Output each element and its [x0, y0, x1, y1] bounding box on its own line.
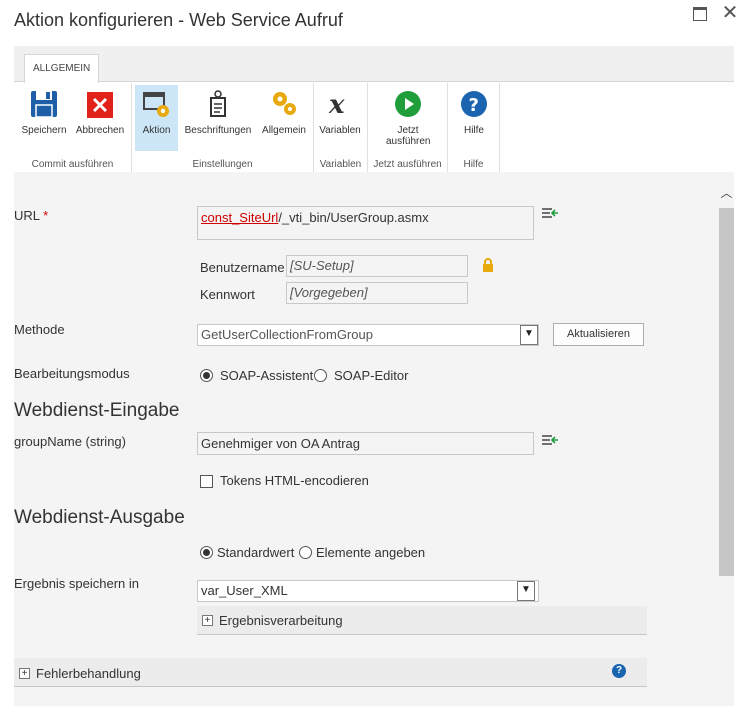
label-tag-icon	[204, 89, 232, 119]
chevron-up-icon[interactable]: ︿	[719, 184, 734, 200]
output-section-title: Webdienst-Ausgabe	[14, 507, 185, 528]
help-icon: ?	[460, 89, 488, 119]
radio-soap-assistant[interactable]	[200, 369, 213, 382]
tab-allgemein[interactable]: ALLGEMEIN	[24, 54, 100, 83]
cancel-button[interactable]: Abbrechen	[72, 85, 128, 151]
ribbon-groups: Speichern Abbrechen Commit ausführen Akt…	[14, 83, 734, 173]
svg-text:x: x	[328, 90, 345, 119]
group-variables: x Variablen Variablen	[314, 83, 368, 172]
save-label: Speichern	[21, 125, 67, 136]
radio-default-value[interactable]	[200, 546, 213, 559]
help-label: Hilfe	[463, 125, 484, 136]
vertical-scrollbar[interactable]: ︿	[719, 172, 734, 706]
refresh-button[interactable]: Aktualisieren	[553, 323, 644, 346]
action-gear-icon	[142, 89, 171, 119]
general-label: Allgemein	[262, 125, 306, 136]
play-icon	[394, 89, 422, 119]
chevron-down-icon[interactable]: ▼	[520, 325, 538, 345]
dialog-title: Aktion konfigurieren - Web Service Aufru…	[14, 10, 343, 30]
error-handling-panel[interactable]: + Fehlerbehandlung ?	[14, 658, 647, 686]
result-processing-label: Ergebnisverarbeitung	[219, 613, 343, 628]
maximize-icon[interactable]	[693, 7, 707, 21]
variable-x-icon: x	[326, 89, 354, 120]
encode-tokens-label: Tokens HTML-encodieren	[220, 473, 369, 488]
password-label: Kennwort	[200, 287, 255, 302]
store-result-select[interactable]: var_User_XML	[197, 580, 539, 602]
help-icon[interactable]: ?	[612, 664, 626, 678]
store-result-label: Ergebnis speichern in	[14, 576, 140, 591]
ribbon-tabbar: ALLGEMEIN	[14, 46, 734, 83]
gears-icon	[270, 89, 298, 119]
method-select[interactable]: GetUserCollectionFromGroup	[197, 324, 539, 346]
group-run-now: Jetzt ausführen Jetzt ausführen	[368, 83, 448, 172]
radio-soap-editor[interactable]	[314, 369, 327, 382]
action-button[interactable]: Aktion	[135, 85, 178, 151]
group-label-run-now: Jetzt ausführen	[373, 159, 442, 170]
group-name-field[interactable]: Genehmiger von OA Antrag	[197, 432, 534, 455]
run-now-label: Jetzt ausführen	[386, 125, 431, 147]
required-mark: *	[43, 208, 49, 223]
insert-reference-icon[interactable]	[541, 207, 559, 221]
expand-icon[interactable]: +	[202, 615, 213, 626]
chevron-down-icon[interactable]: ▼	[517, 581, 535, 601]
svg-text:?: ?	[469, 95, 479, 116]
group-label-help: Hilfe	[463, 159, 484, 170]
method-label: Methode	[14, 322, 65, 337]
cancel-icon	[86, 89, 114, 119]
group-help: ? Hilfe Hilfe	[448, 83, 500, 172]
username-label: Benutzername	[200, 260, 285, 275]
soap-assistant-label: SOAP-Assistent	[220, 368, 314, 383]
url-field[interactable]: const_SiteUrl/_vti_bin/UserGroup.asmx	[197, 206, 534, 240]
radio-specify-elements[interactable]	[299, 546, 312, 559]
help-button[interactable]: ? Hilfe	[452, 85, 496, 151]
ribbon: ALLGEMEIN Speichern Abbrechen Commit aus…	[14, 46, 734, 173]
username-field[interactable]: [SU-Setup]	[286, 255, 468, 277]
group-label-commit: Commit ausführen	[31, 159, 114, 170]
labels-button[interactable]: Beschriftungen	[180, 85, 256, 151]
url-label: URL *	[14, 208, 49, 223]
error-handling-label: Fehlerbehandlung	[36, 666, 141, 681]
default-value-label: Standardwert	[217, 545, 295, 560]
divider	[14, 686, 647, 687]
variables-label: Variablen	[319, 125, 361, 136]
lock-icon[interactable]	[482, 258, 494, 273]
password-field[interactable]: [Vorgegeben]	[286, 282, 468, 304]
general-button[interactable]: Allgemein	[258, 85, 310, 151]
expand-icon[interactable]: +	[19, 668, 30, 679]
dialog-titlebar: Aktion konfigurieren - Web Service Aufru…	[0, 0, 750, 44]
url-path: /_vti_bin/UserGroup.asmx	[278, 210, 429, 225]
close-icon[interactable]: ✕	[720, 2, 740, 24]
url-token[interactable]: const_SiteUrl	[201, 210, 278, 225]
divider	[197, 634, 647, 635]
group-commit: Speichern Abbrechen Commit ausführen	[14, 83, 132, 172]
group-name-label: groupName (string)	[14, 434, 126, 449]
encode-tokens-checkbox[interactable]	[200, 475, 213, 488]
form-area: URL * const_SiteUrl/_vti_bin/UserGroup.a…	[14, 172, 719, 706]
result-processing-panel[interactable]: + Ergebnisverarbeitung	[197, 606, 647, 634]
save-button[interactable]: Speichern	[18, 85, 70, 151]
variables-button[interactable]: x Variablen	[316, 85, 364, 151]
edit-mode-label: Bearbeitungsmodus	[14, 366, 130, 381]
cancel-label: Abbrechen	[75, 125, 125, 136]
action-label: Aktion	[142, 125, 171, 136]
group-label-variables: Variablen	[319, 159, 362, 170]
labels-label: Beschriftungen	[184, 125, 252, 136]
scrollbar-thumb[interactable]	[719, 208, 734, 576]
group-label-settings: Einstellungen	[192, 159, 253, 170]
run-now-button[interactable]: Jetzt ausführen	[374, 85, 442, 151]
specify-elements-label: Elemente angeben	[316, 545, 426, 560]
insert-reference-icon[interactable]	[541, 434, 559, 448]
group-settings: Aktion Beschriftungen Allgemein Einstell…	[132, 83, 314, 172]
save-icon	[30, 89, 58, 119]
soap-editor-label: SOAP-Editor	[334, 368, 409, 383]
input-section-title: Webdienst-Eingabe	[14, 400, 180, 421]
